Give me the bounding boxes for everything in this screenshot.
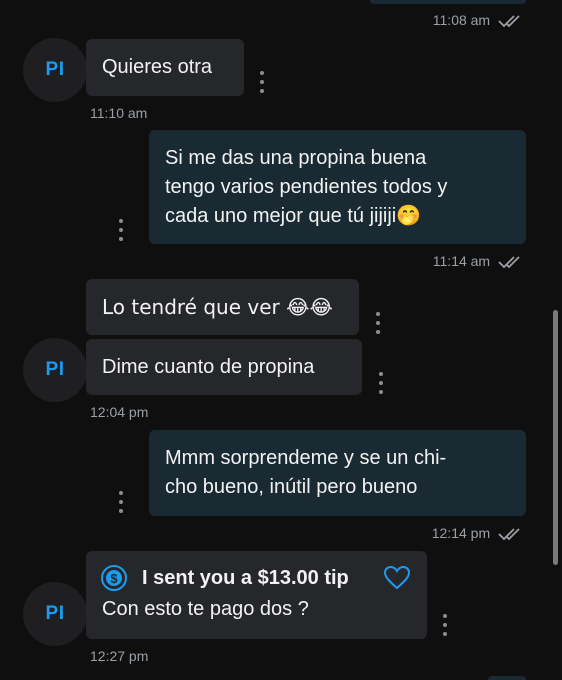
message-line: cho bueno, inútil pero bueno bbox=[165, 476, 418, 498]
message-time: 11:10 am bbox=[90, 105, 147, 121]
incoming-message-bubble[interactable]: Lo tendré que ver 😂😂 bbox=[86, 279, 359, 335]
more-options-icon[interactable] bbox=[258, 71, 266, 93]
avatar-initials: PI bbox=[45, 603, 65, 624]
outgoing-message-bubble[interactable]: Mmm sorprendeme y se un chi- cho bueno, … bbox=[149, 430, 526, 516]
message-text: Lo tendré que ver 😂😂 bbox=[102, 295, 333, 319]
incoming-message-bubble[interactable]: Quieres otra bbox=[86, 39, 244, 96]
message-time: 11:14 am bbox=[380, 253, 524, 270]
avatar-initials: PI bbox=[45, 359, 65, 380]
outgoing-bubble-partial bbox=[370, 0, 526, 4]
avatar[interactable]: PI bbox=[23, 338, 87, 402]
scrollbar-thumb[interactable] bbox=[553, 310, 558, 565]
message-line: tengo varios pendientes todos y bbox=[165, 176, 448, 198]
double-check-icon bbox=[498, 256, 520, 269]
svg-text:$: $ bbox=[110, 571, 118, 586]
avatar[interactable]: PI bbox=[23, 38, 87, 102]
message-text: Con esto te pago dos ? bbox=[102, 598, 309, 620]
time-label: 11:14 am bbox=[432, 253, 491, 269]
heart-icon[interactable] bbox=[383, 565, 411, 591]
message-time: 12:14 pm bbox=[380, 525, 524, 542]
more-options-icon[interactable] bbox=[377, 372, 385, 394]
time-label: 12:27 pm bbox=[90, 648, 149, 664]
more-options-icon[interactable] bbox=[117, 219, 125, 241]
time-label: 12:04 pm bbox=[90, 404, 149, 420]
message-time: 12:27 pm bbox=[90, 648, 148, 664]
tip-message-bubble[interactable]: $ I sent you a $13.00 tip Con esto te pa… bbox=[86, 551, 427, 639]
double-check-icon bbox=[498, 15, 520, 28]
message-text: Quieres otra bbox=[102, 56, 213, 78]
avatar[interactable]: PI bbox=[23, 582, 87, 646]
message-time: 11:08 am bbox=[380, 12, 524, 29]
message-line: Si me das una propina buena bbox=[165, 147, 427, 169]
time-label: 12:14 pm bbox=[431, 525, 491, 541]
message-text: Dime cuanto de propina bbox=[102, 356, 315, 378]
more-options-icon[interactable] bbox=[374, 312, 382, 334]
outgoing-message-bubble[interactable]: Si me das una propina buena tengo varios… bbox=[149, 130, 526, 244]
message-line: cada uno mejor que tú jijiji🤭 bbox=[165, 205, 422, 227]
tip-label: I sent you a $13.00 tip bbox=[142, 566, 349, 589]
dollar-coin-icon: $ bbox=[101, 565, 127, 591]
incoming-message-bubble[interactable]: Dime cuanto de propina bbox=[86, 339, 362, 395]
tip-header: $ I sent you a $13.00 tip bbox=[101, 563, 411, 593]
more-options-icon[interactable] bbox=[441, 614, 449, 636]
avatar-initials: PI bbox=[45, 59, 65, 80]
message-line: Mmm sorprendeme y se un chi- bbox=[165, 447, 447, 469]
message-time: 12:04 pm bbox=[90, 404, 148, 420]
double-check-icon bbox=[498, 528, 520, 541]
time-label: 11:10 am bbox=[90, 105, 148, 121]
time-label: 11:08 am bbox=[432, 12, 491, 28]
outgoing-bubble-partial bbox=[488, 676, 526, 680]
more-options-icon[interactable] bbox=[117, 491, 125, 513]
